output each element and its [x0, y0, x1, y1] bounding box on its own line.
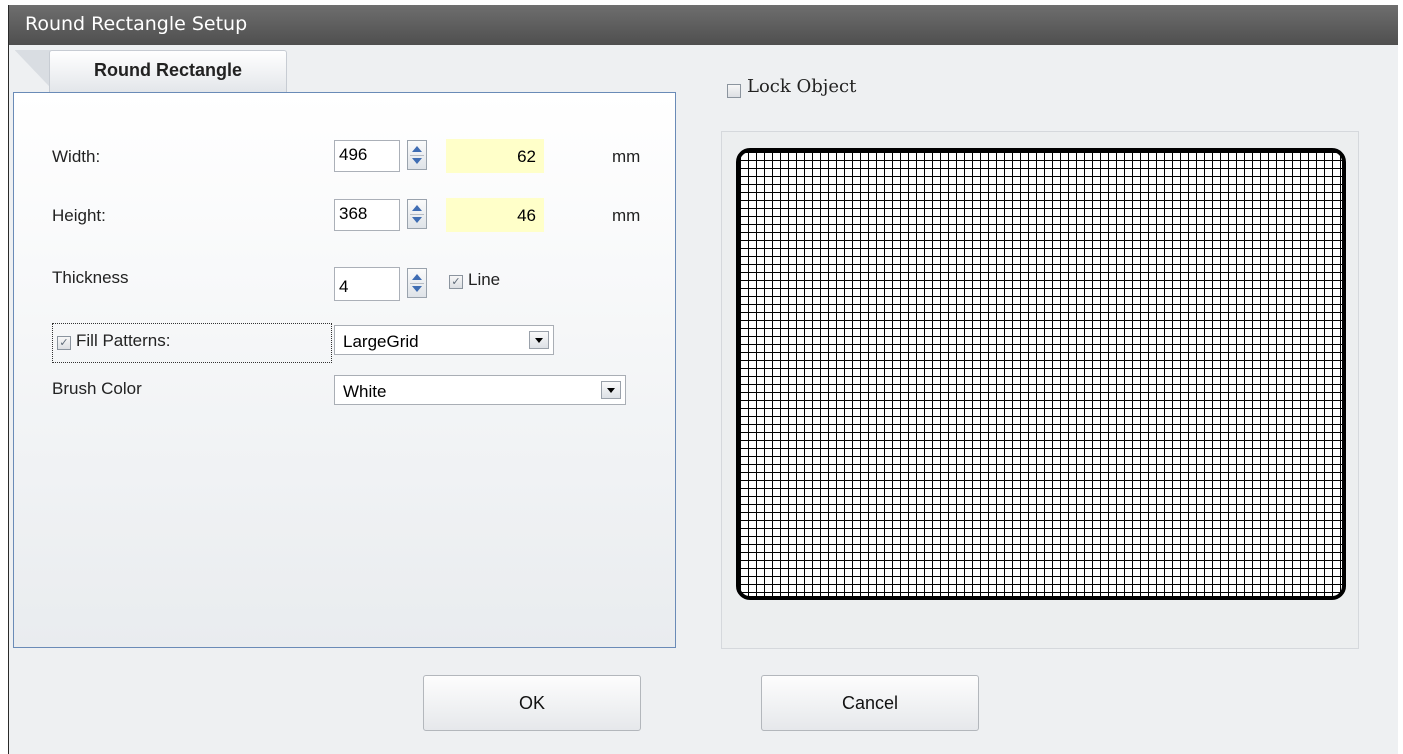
- height-unit: mm: [612, 206, 641, 225]
- chevron-down-icon[interactable]: [529, 331, 549, 349]
- lock-object-checkbox[interactable]: [727, 84, 741, 98]
- window-edge: [1398, 0, 1403, 754]
- brush-color-label: Brush Color: [52, 379, 142, 398]
- width-unit: mm: [612, 147, 641, 166]
- round-rectangle-setup-dialog: Round Rectangle Setup Round Rectangle Wi…: [8, 5, 1399, 754]
- spin-up-icon[interactable]: [412, 146, 422, 152]
- width-label: Width:: [52, 147, 101, 166]
- brush-color-select[interactable]: White: [334, 375, 626, 405]
- fill-patterns-checkbox[interactable]: ✓: [57, 336, 71, 350]
- fill-patterns-label: Fill Patterns:: [76, 331, 171, 350]
- round-rectangle-preview: [736, 148, 1346, 600]
- line-label: Line: [468, 270, 501, 289]
- settings-panel: Width: 496 62 mm Height: 368 46 mm Thick…: [13, 92, 676, 648]
- thickness-input[interactable]: 4: [334, 267, 400, 301]
- fill-patterns-value: LargeGrid: [343, 332, 419, 351]
- width-spinner[interactable]: [407, 140, 427, 170]
- height-spinner[interactable]: [407, 199, 427, 229]
- height-input[interactable]: 368: [334, 199, 400, 231]
- cancel-button[interactable]: Cancel: [761, 675, 979, 731]
- spin-up-icon[interactable]: [412, 205, 422, 211]
- spin-down-icon[interactable]: [412, 286, 422, 292]
- title-bar: Round Rectangle Setup: [9, 5, 1399, 45]
- tab-round-rectangle[interactable]: Round Rectangle: [49, 50, 287, 92]
- width-mm-field: 62: [446, 139, 544, 173]
- chevron-down-icon[interactable]: [601, 381, 621, 399]
- window-title: Round Rectangle Setup: [25, 13, 248, 35]
- spin-up-icon[interactable]: [412, 274, 422, 280]
- line-checkbox[interactable]: ✓: [449, 275, 463, 289]
- height-label: Height:: [52, 206, 106, 225]
- width-input[interactable]: 496: [334, 140, 400, 172]
- thickness-spinner[interactable]: [407, 268, 427, 298]
- spin-down-icon[interactable]: [412, 158, 422, 164]
- fill-patterns-select[interactable]: LargeGrid: [334, 325, 554, 355]
- spin-down-icon[interactable]: [412, 217, 422, 223]
- ok-button[interactable]: OK: [423, 675, 641, 731]
- lock-object-label: Lock Object: [747, 76, 857, 97]
- height-mm-field: 46: [446, 198, 544, 232]
- brush-color-value: White: [343, 382, 387, 401]
- preview-area: [721, 131, 1359, 649]
- thickness-label: Thickness: [52, 268, 129, 287]
